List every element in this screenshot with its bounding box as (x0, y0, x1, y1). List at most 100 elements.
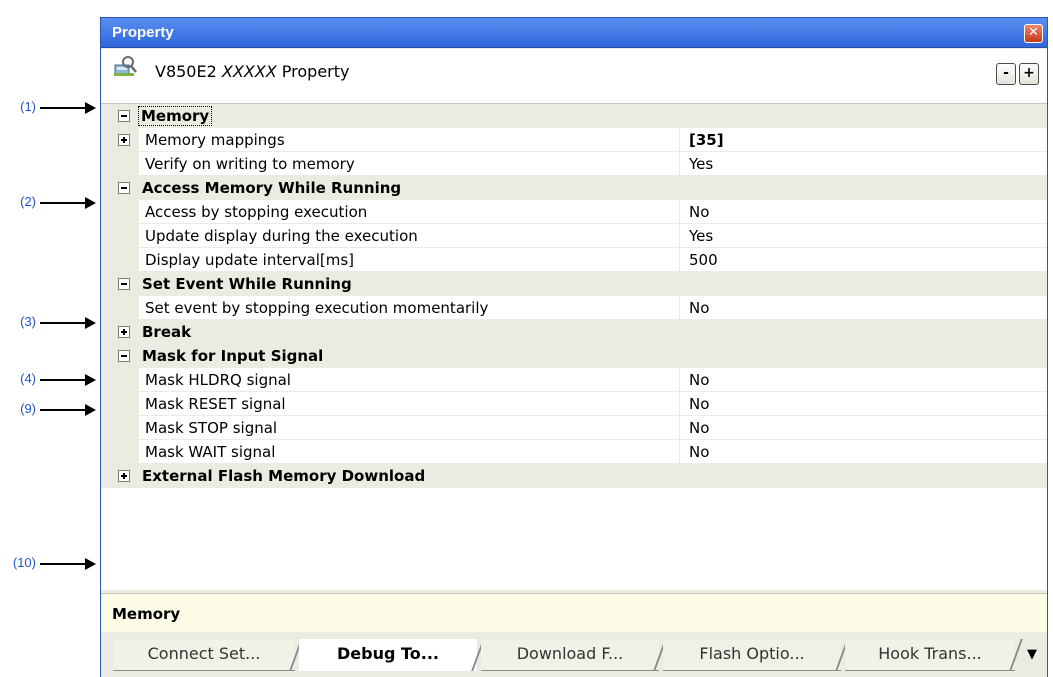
row-gutter (101, 296, 139, 320)
column-divider[interactable] (679, 296, 680, 320)
column-divider[interactable] (679, 440, 680, 464)
category-label: Access Memory While Running (142, 179, 402, 197)
category-set-event[interactable]: Set Event While Running (101, 272, 1047, 296)
column-divider[interactable] (679, 128, 680, 152)
category-access-memory[interactable]: Access Memory While Running (101, 176, 1047, 200)
column-divider[interactable] (679, 392, 680, 416)
property-header: V850E2 XXXXX Property - + (101, 49, 1047, 104)
description-panel: Memory (101, 593, 1047, 632)
tab-bar: Connect Set... Debug To... Download F...… (101, 633, 1047, 677)
property-row[interactable]: Update display during the execution Yes (101, 224, 1047, 248)
property-value[interactable]: No (689, 203, 709, 221)
arrow-right-icon (85, 558, 96, 570)
column-divider[interactable] (679, 152, 680, 176)
expand-icon[interactable] (118, 134, 130, 146)
close-button[interactable]: ✕ (1024, 24, 1043, 43)
row-gutter (101, 368, 139, 392)
arrow-right-icon (85, 102, 96, 114)
property-name: Mask HLDRQ signal (145, 371, 291, 389)
arrow-right-icon (85, 317, 96, 329)
property-value[interactable]: 500 (689, 251, 718, 269)
expand-icon[interactable] (118, 470, 130, 482)
callout-number: (4) (20, 371, 36, 386)
expand-icon[interactable] (118, 326, 130, 338)
property-name: Mask STOP signal (145, 419, 278, 437)
property-name: Display update interval[ms] (145, 251, 354, 269)
category-label: Mask for Input Signal (142, 347, 324, 365)
callout-9: (9) (0, 400, 100, 420)
property-window: Property ✕ V850E2 XXXXX Property - + Mem… (100, 17, 1048, 677)
callout-number: (3) (20, 314, 36, 329)
property-row[interactable]: Display update interval[ms] 500 (101, 248, 1047, 272)
callout-arrow-line (40, 563, 86, 565)
property-row[interactable]: Access by stopping execution No (101, 200, 1047, 224)
property-value[interactable]: No (689, 299, 709, 317)
callout-4: (4) (0, 370, 100, 390)
property-row[interactable]: Mask RESET signal No (101, 392, 1047, 416)
property-value[interactable]: Yes (689, 155, 713, 173)
tab-hook-transaction[interactable]: Hook Trans... (845, 639, 1015, 671)
tab-download-file[interactable]: Download F... (481, 639, 659, 671)
property-name: Access by stopping execution (145, 203, 368, 221)
column-divider[interactable] (679, 416, 680, 440)
collapse-icon[interactable] (118, 278, 130, 290)
callout-number: (9) (20, 401, 36, 416)
property-name: Verify on writing to memory (145, 155, 355, 173)
category-memory[interactable]: Memory (101, 104, 1047, 128)
property-title: V850E2 XXXXX Property (155, 62, 349, 81)
column-divider[interactable] (679, 248, 680, 272)
tab-debug-tool[interactable]: Debug To... (299, 639, 477, 671)
callout-arrow-line (40, 409, 86, 411)
row-gutter (101, 392, 139, 416)
column-divider[interactable] (679, 368, 680, 392)
property-row[interactable]: Memory mappings [35] (101, 128, 1047, 152)
property-row[interactable]: Set event by stopping execution momentar… (101, 296, 1047, 320)
description-text: Memory (112, 605, 181, 623)
tab-flash-options[interactable]: Flash Optio... (663, 639, 841, 671)
property-value[interactable]: [35] (689, 131, 724, 149)
category-label: Memory (137, 106, 213, 126)
property-row[interactable]: Mask HLDRQ signal No (101, 368, 1047, 392)
category-break[interactable]: Break (101, 320, 1047, 344)
callout-1: (1) (0, 98, 100, 118)
property-value[interactable]: No (689, 419, 709, 437)
collapse-icon[interactable] (118, 350, 130, 362)
collapse-all-button[interactable]: - (996, 63, 1016, 85)
property-row[interactable]: Mask WAIT signal No (101, 440, 1047, 464)
arrow-right-icon (85, 404, 96, 416)
expand-all-button[interactable]: + (1019, 63, 1039, 85)
collapse-icon[interactable] (118, 182, 130, 194)
column-divider[interactable] (679, 200, 680, 224)
callout-3: (3) (0, 313, 100, 333)
property-name: Memory mappings (145, 131, 285, 149)
property-value[interactable]: No (689, 371, 709, 389)
category-external-flash[interactable]: External Flash Memory Download (101, 464, 1047, 488)
property-panel-icon (114, 56, 137, 76)
arrow-right-icon (85, 197, 96, 209)
row-gutter (101, 440, 139, 464)
row-gutter (101, 416, 139, 440)
tab-connect-settings[interactable]: Connect Set... (113, 639, 295, 671)
device-name: V850E2 (155, 62, 217, 81)
category-label: Set Event While Running (142, 275, 352, 293)
callout-10: (10) (0, 554, 100, 574)
property-row[interactable]: Verify on writing to memory Yes (101, 152, 1047, 176)
property-value[interactable]: No (689, 443, 709, 461)
category-mask-input[interactable]: Mask for Input Signal (101, 344, 1047, 368)
callout-number: (2) (20, 194, 36, 209)
property-name: Set event by stopping execution momentar… (145, 299, 489, 317)
callout-arrow-line (40, 107, 86, 109)
collapse-icon[interactable] (118, 110, 130, 122)
callout-number: (10) (12, 555, 36, 570)
tab-overflow-icon[interactable]: ▼ (1027, 647, 1037, 662)
property-value[interactable]: No (689, 395, 709, 413)
property-value[interactable]: Yes (689, 227, 713, 245)
column-divider[interactable] (679, 224, 680, 248)
title-bar[interactable]: Property ✕ (101, 18, 1047, 48)
property-row[interactable]: Mask STOP signal No (101, 416, 1047, 440)
device-placeholder: XXXXX (221, 62, 277, 81)
callout-number: (1) (20, 99, 36, 114)
window-title: Property (112, 24, 174, 41)
property-name: Update display during the execution (145, 227, 418, 245)
property-name: Mask RESET signal (145, 395, 286, 413)
